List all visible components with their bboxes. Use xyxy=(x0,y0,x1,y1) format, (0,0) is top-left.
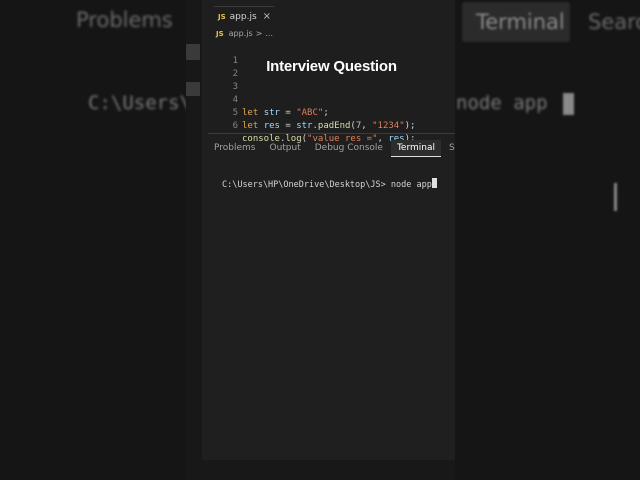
terminal-cursor xyxy=(431,178,437,188)
vscode-panel: JS app.js × JS app.js > ... 1 2 3 4 let … xyxy=(186,0,455,480)
terminal-command: node app xyxy=(390,180,432,190)
bg-terminal-label: Terminal xyxy=(476,10,565,34)
js-file-icon: JS xyxy=(216,29,224,38)
breadcrumb-more[interactable]: ... xyxy=(265,29,273,38)
terminal-area[interactable]: C:\Users\HP\OneDrive\Desktop\JS> node ap… xyxy=(208,160,455,460)
bg-terminal-tab: Terminal xyxy=(462,2,570,42)
line-text: let res = str.padEnd(7, "1234"); xyxy=(242,121,416,131)
activity-strip xyxy=(186,0,202,480)
editor-tab-app-js[interactable]: JS app.js × xyxy=(214,6,274,26)
code-line: 4 let str = "ABC"; xyxy=(208,81,455,118)
bg-cursor xyxy=(563,93,574,115)
bg-path-text: C:\Users\ xyxy=(88,92,191,114)
strip-block xyxy=(186,82,200,96)
strip-block xyxy=(186,44,200,60)
bg-problems-label: Problems xyxy=(76,8,173,32)
panel-divider xyxy=(208,133,455,134)
tab-search[interactable]: Searc xyxy=(443,140,455,156)
tab-output[interactable]: Output xyxy=(263,140,306,156)
js-file-icon: JS xyxy=(218,12,226,21)
code-line: 6 console.log("value res =", res); xyxy=(208,107,455,144)
bg-ibeam-icon xyxy=(614,183,617,211)
tab-problems[interactable]: Problems xyxy=(208,140,261,156)
code-line: 5 let res = str.padEnd(7, "1234"); xyxy=(208,94,455,131)
line-number: 6 xyxy=(232,121,238,131)
breadcrumb-file[interactable]: app.js xyxy=(229,29,253,38)
terminal-prompt: C:\Users\HP\OneDrive\Desktop\JS> xyxy=(222,180,391,190)
code-lines: 1 2 3 4 let str = "ABC"; 5 let res = str… xyxy=(208,42,455,144)
tab-debug-console[interactable]: Debug Console xyxy=(309,140,389,156)
terminal-line: C:\Users\HP\OneDrive\Desktop\JS> node ap… xyxy=(222,178,437,190)
breadcrumb[interactable]: JS app.js > ... xyxy=(216,29,273,38)
close-icon[interactable]: × xyxy=(263,11,271,22)
panel-tabs: Problems Output Debug Console Terminal S… xyxy=(208,137,455,159)
bg-command-text: node app xyxy=(456,92,548,114)
overlay-title: Interview Question xyxy=(266,58,397,75)
tab-label: app.js xyxy=(229,11,257,22)
code-line: 1 xyxy=(208,42,455,66)
bg-search-label: Searc xyxy=(588,10,640,34)
tab-terminal[interactable]: Terminal xyxy=(390,139,441,157)
status-strip xyxy=(186,460,455,480)
chevron-right-icon: > xyxy=(255,29,263,38)
